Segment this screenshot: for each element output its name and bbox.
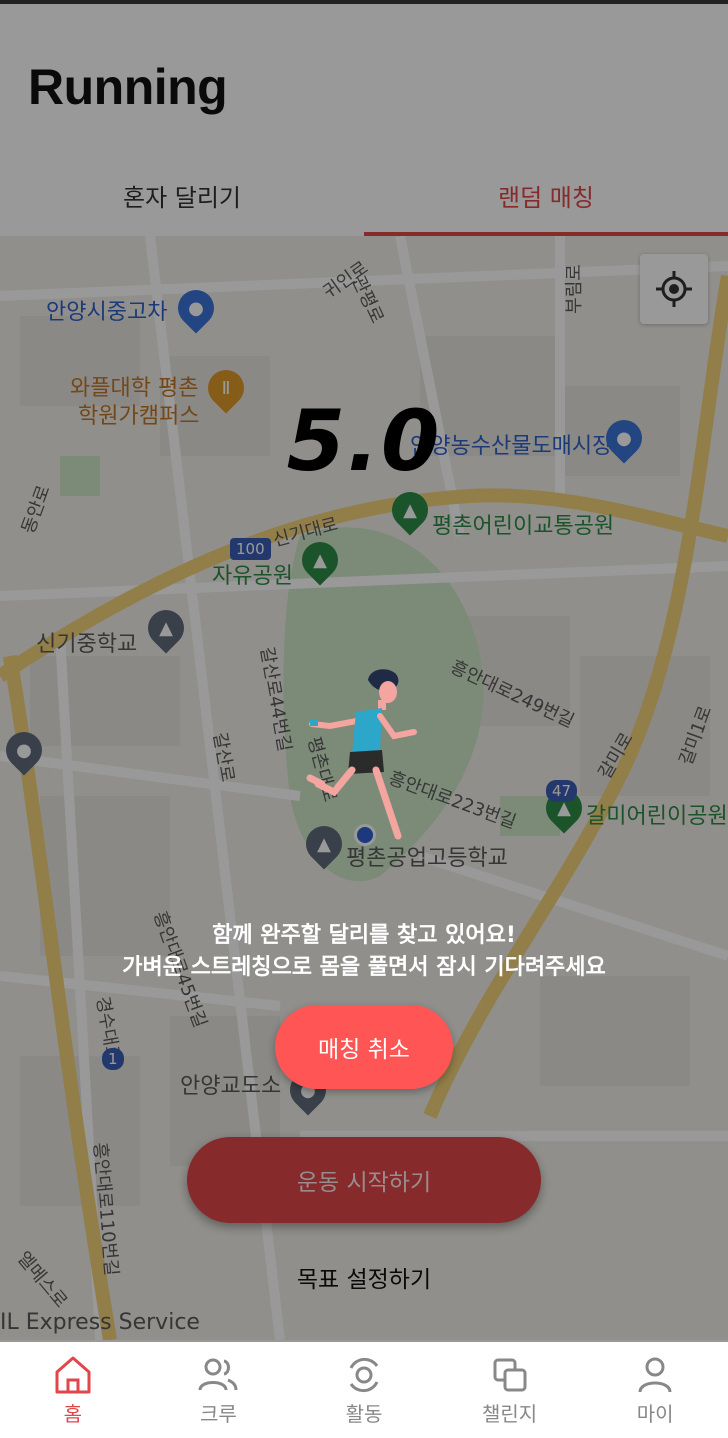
nav-home-label: 홈	[63, 1401, 82, 1426]
nav-my-label: 마이	[636, 1401, 674, 1426]
nav-activity[interactable]: 활동	[291, 1342, 437, 1438]
nav-crew[interactable]: 크루	[146, 1342, 292, 1438]
nav-my[interactable]: 마이	[582, 1342, 728, 1438]
person-icon	[638, 1357, 672, 1392]
nav-activity-label: 활동	[345, 1401, 383, 1426]
activity-icon	[349, 1357, 379, 1392]
bottom-navigation: 홈 크루 활동 챌린지 마이	[0, 1342, 728, 1438]
home-icon	[55, 1356, 91, 1393]
cancel-matching-button[interactable]: 매칭 취소	[275, 1005, 453, 1089]
nav-challenge[interactable]: 챌린지	[437, 1342, 583, 1438]
challenge-icon	[493, 1358, 527, 1391]
runner-illustration	[306, 669, 417, 840]
matching-message-line1: 함께 완주할 달리를 찾고 있어요!	[212, 923, 516, 948]
matching-message: 함께 완주할 달리를 찾고 있어요! 가벼운 스트레칭으로 몸을 풀면서 잠시 …	[0, 920, 728, 984]
nav-home[interactable]: 홈	[0, 1342, 146, 1438]
nav-challenge-label: 챌린지	[481, 1401, 538, 1426]
people-icon	[198, 1358, 238, 1390]
matching-message-line2: 가벼운 스트레칭으로 몸을 풀면서 잠시 기다려주세요	[122, 955, 606, 980]
nav-crew-label: 크루	[199, 1401, 237, 1426]
matching-countdown: 5.0	[286, 392, 442, 490]
